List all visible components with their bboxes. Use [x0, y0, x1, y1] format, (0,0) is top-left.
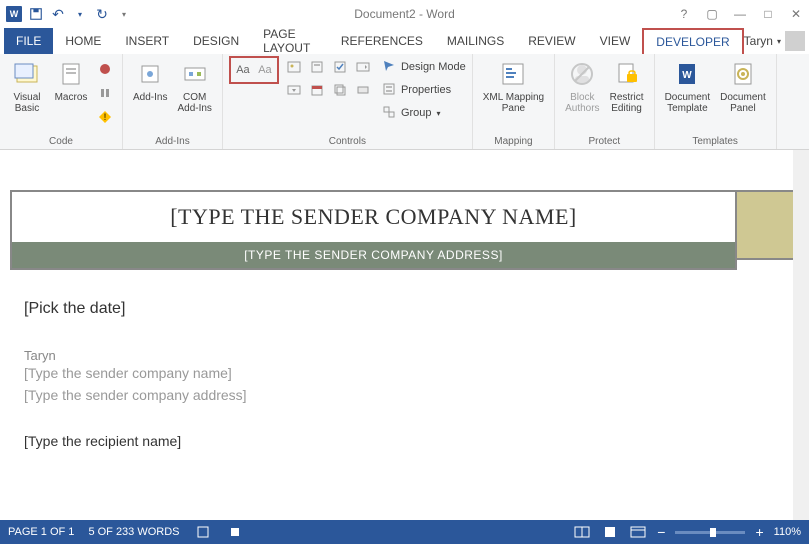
- statusbar: PAGE 1 OF 1 5 OF 233 WORDS − + 110%: [0, 520, 809, 544]
- group-templates: W Document Template Document Panel Templ…: [655, 54, 777, 149]
- document-panel-button[interactable]: Document Panel: [716, 56, 770, 116]
- word-count[interactable]: 5 OF 233 WORDS: [88, 526, 179, 538]
- xml-mapping-button[interactable]: XML Mapping Pane: [479, 56, 548, 116]
- com-addins-button[interactable]: COM Add-Ins: [173, 56, 215, 116]
- visual-basic-button[interactable]: Visual Basic: [6, 56, 48, 116]
- legacy-tools-icon[interactable]: [353, 80, 373, 100]
- maximize-icon[interactable]: □: [759, 5, 777, 23]
- tab-page-layout[interactable]: PAGE LAYOUT: [251, 28, 329, 54]
- design-mode-icon: [382, 59, 398, 75]
- block-authors-icon: [566, 58, 598, 90]
- xml-mapping-icon: [497, 58, 529, 90]
- group-button[interactable]: Group▾: [382, 102, 466, 124]
- company-name-placeholder[interactable]: [TYPE THE SENDER COMPANY NAME]: [12, 192, 735, 242]
- document-panel-icon: [727, 58, 759, 90]
- user-name: Taryn: [744, 34, 773, 48]
- document-template-icon: W: [671, 58, 703, 90]
- com-addins-icon: [179, 58, 211, 90]
- combo-box-control-icon[interactable]: [353, 57, 373, 77]
- date-picker-control-icon[interactable]: [307, 80, 327, 100]
- group-protect: Block Authors Restrict Editing Protect: [555, 54, 654, 149]
- tab-review[interactable]: REVIEW: [516, 28, 587, 54]
- restrict-editing-icon: [611, 58, 643, 90]
- recipient-placeholder[interactable]: [Type the recipient name]: [24, 433, 785, 449]
- ribbon-options-icon[interactable]: ▢: [703, 5, 721, 23]
- letterhead[interactable]: [TYPE THE SENDER COMPANY NAME] [TYPE THE…: [10, 190, 737, 270]
- undo-dropdown-icon[interactable]: ▾: [70, 4, 90, 24]
- addins-icon: [134, 58, 166, 90]
- tab-file[interactable]: FILE: [4, 28, 53, 54]
- macros-icon: [55, 58, 87, 90]
- properties-icon: [382, 82, 398, 98]
- document-area[interactable]: [TYPE THE SENDER COMPANY NAME] [TYPE THE…: [0, 150, 809, 520]
- group-controls: Aa Aa Design Mode Properties Group▾ Cont…: [223, 54, 473, 149]
- read-mode-icon[interactable]: [573, 525, 591, 539]
- dropdown-control-icon[interactable]: [284, 80, 304, 100]
- tab-design[interactable]: DESIGN: [181, 28, 251, 54]
- tab-view[interactable]: VIEW: [588, 28, 643, 54]
- qat-customize-icon[interactable]: ▾: [114, 4, 134, 24]
- document-template-button[interactable]: W Document Template: [661, 56, 715, 116]
- rich-text-control-icon[interactable]: Aa: [233, 60, 253, 80]
- date-placeholder[interactable]: [Pick the date]: [24, 300, 785, 318]
- ribbon-tabs: FILE HOME INSERT DESIGN PAGE LAYOUT REFE…: [0, 28, 809, 54]
- svg-text:!: !: [104, 112, 107, 122]
- zoom-level[interactable]: 110%: [774, 526, 801, 538]
- help-icon[interactable]: ?: [675, 5, 693, 23]
- minimize-icon[interactable]: —: [731, 5, 749, 23]
- print-layout-icon[interactable]: [601, 525, 619, 539]
- repeating-section-icon[interactable]: [330, 80, 350, 100]
- design-mode-button[interactable]: Design Mode: [382, 56, 466, 78]
- company-address-placeholder[interactable]: [TYPE THE SENDER COMPANY ADDRESS]: [12, 242, 735, 268]
- picture-control-icon[interactable]: [284, 57, 304, 77]
- group-addins: Add-Ins COM Add-Ins Add-Ins: [123, 54, 223, 149]
- zoom-in-button[interactable]: +: [755, 524, 763, 540]
- word-app-icon: W: [4, 4, 24, 24]
- sender-company-placeholder[interactable]: [Type the sender company name]: [24, 365, 785, 381]
- tab-references[interactable]: REFERENCES: [329, 28, 435, 54]
- close-icon[interactable]: ✕: [787, 5, 805, 23]
- macro-security-icon[interactable]: !: [95, 107, 115, 127]
- proofing-icon[interactable]: [194, 525, 212, 539]
- addins-button[interactable]: Add-Ins: [129, 56, 171, 105]
- properties-button[interactable]: Properties: [382, 79, 466, 101]
- text-controls-highlight: Aa Aa: [229, 56, 279, 84]
- tab-home[interactable]: HOME: [53, 28, 113, 54]
- group-code: Visual Basic Macros ! Code: [0, 54, 123, 149]
- pause-recording-icon[interactable]: [95, 83, 115, 103]
- save-icon[interactable]: [26, 4, 46, 24]
- scrollbar[interactable]: [793, 150, 809, 520]
- ribbon: Visual Basic Macros ! Code Add-Ins COM A…: [0, 54, 809, 150]
- svg-text:W: W: [683, 70, 693, 81]
- tab-mailings[interactable]: MAILINGS: [435, 28, 516, 54]
- group-mapping: XML Mapping Pane Mapping: [473, 54, 555, 149]
- sender-address-placeholder[interactable]: [Type the sender company address]: [24, 387, 785, 403]
- record-macro-icon[interactable]: [95, 59, 115, 79]
- building-block-control-icon[interactable]: [307, 57, 327, 77]
- sender-name[interactable]: Taryn: [24, 348, 785, 363]
- restrict-editing-button[interactable]: Restrict Editing: [606, 56, 648, 116]
- logo-placeholder[interactable]: [737, 190, 799, 260]
- zoom-out-button[interactable]: −: [657, 524, 665, 540]
- macro-status-icon[interactable]: [226, 525, 244, 539]
- macros-button[interactable]: Macros: [50, 56, 92, 105]
- tab-developer[interactable]: DEVELOPER: [642, 28, 743, 54]
- undo-icon[interactable]: ↶: [48, 4, 68, 24]
- checkbox-control-icon[interactable]: [330, 57, 350, 77]
- chevron-down-icon: ▾: [437, 109, 441, 118]
- user-menu[interactable]: Taryn ▾: [744, 28, 809, 54]
- zoom-slider[interactable]: [675, 531, 745, 534]
- page-indicator[interactable]: PAGE 1 OF 1: [8, 526, 74, 538]
- user-dropdown-icon: ▾: [777, 37, 781, 46]
- visual-basic-icon: [11, 58, 43, 90]
- redo-icon[interactable]: ↻: [92, 4, 112, 24]
- plain-text-control-icon[interactable]: Aa: [255, 60, 275, 80]
- avatar: [785, 31, 805, 51]
- window-title: Document2 - Word: [354, 7, 454, 21]
- block-authors-button[interactable]: Block Authors: [561, 56, 603, 116]
- group-icon: [382, 105, 398, 121]
- web-layout-icon[interactable]: [629, 525, 647, 539]
- tab-insert[interactable]: INSERT: [113, 28, 181, 54]
- titlebar: W ↶ ▾ ↻ ▾ Document2 - Word ? ▢ — □ ✕: [0, 0, 809, 28]
